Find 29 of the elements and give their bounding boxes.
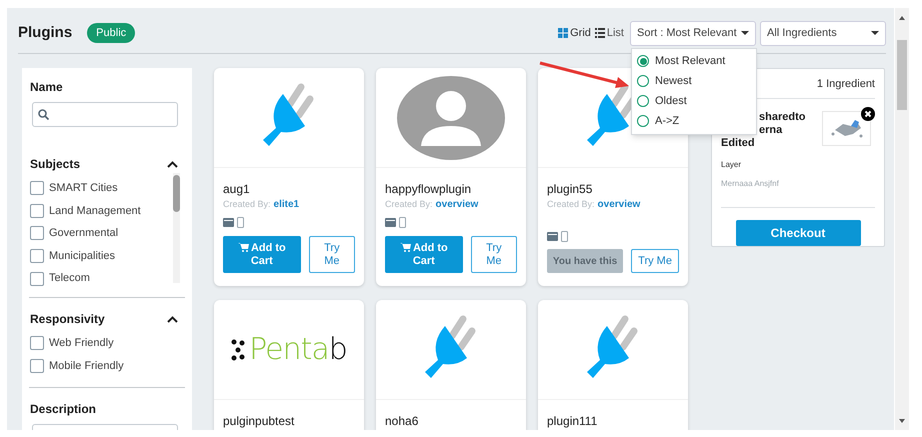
penta-logo: Pentab <box>231 334 347 364</box>
plugin-title: aug1 <box>223 181 251 196</box>
plugin-title: pulginpubtest <box>223 413 296 428</box>
owned-button: You have this <box>547 249 624 273</box>
page-title: Plugins <box>18 22 72 43</box>
item-owner: Mernaaa Ansjfnf <box>721 178 780 190</box>
section-title: Subjects <box>30 156 80 173</box>
plugin-title: noha6 <box>385 413 420 428</box>
created-label: Created By: <box>547 198 595 211</box>
created-label: Created By: <box>223 198 271 211</box>
public-badge: Public <box>87 22 136 44</box>
item-title: sharedto <box>758 111 806 124</box>
checkbox-label: Telecom <box>49 271 90 286</box>
checkbox-label: Web Friendly <box>49 336 114 352</box>
item-type: Layer <box>721 159 742 171</box>
checkbox-label: SMART Cities <box>49 181 118 196</box>
created-label: Created By: <box>385 198 433 211</box>
item-title: Edited <box>721 137 756 150</box>
section-title: Name <box>30 79 63 96</box>
plugin-title: plugin111 <box>547 413 598 428</box>
item-title: erna <box>758 124 784 137</box>
checkbox-label: Municipalities <box>49 248 116 264</box>
checkbox-label: Land Management <box>49 204 141 219</box>
plugin-title: plugin55 <box>547 181 594 196</box>
checkbox-label: Governmental <box>49 226 118 242</box>
checkbox-label: Mobile Friendly <box>49 358 124 374</box>
section-title: Description <box>30 401 96 418</box>
plugin-title: happyflowplugin <box>385 181 472 196</box>
section-title: Responsivity <box>30 311 105 328</box>
